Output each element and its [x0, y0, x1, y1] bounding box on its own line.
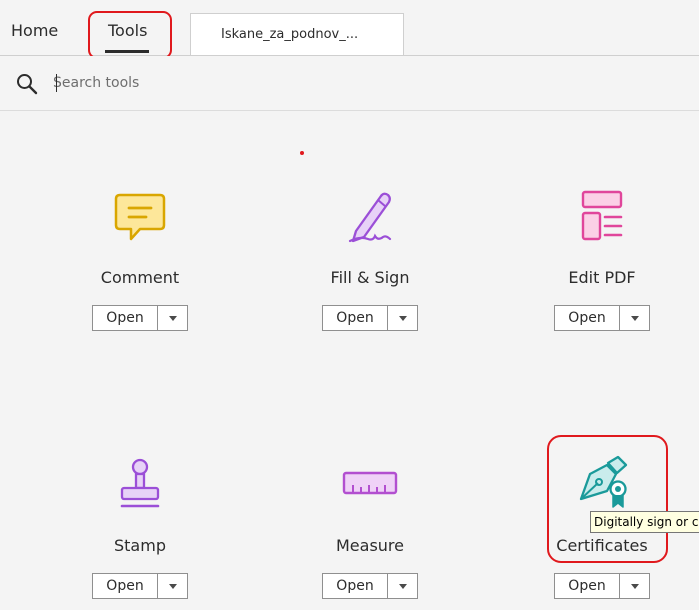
comment-icon — [114, 193, 166, 241]
tool-name-fill-sign: Fill & Sign — [330, 268, 410, 287]
chevron-down-icon — [398, 315, 407, 321]
tool-name-measure: Measure — [336, 536, 404, 555]
open-button-comment[interactable]: Open — [92, 305, 188, 331]
tool-name-stamp: Stamp — [114, 536, 166, 555]
tool-card-stamp[interactable]: Stamp Open — [50, 455, 230, 605]
search-bar — [0, 56, 699, 111]
open-label[interactable]: Open — [93, 306, 158, 330]
dropdown-arrow-button[interactable] — [158, 306, 187, 330]
open-label[interactable]: Open — [555, 306, 620, 330]
open-button-measure[interactable]: Open — [322, 573, 418, 599]
search-input[interactable] — [53, 72, 353, 94]
tool-name-comment: Comment — [100, 268, 180, 287]
active-tab-indicator — [105, 50, 149, 53]
search-icon[interactable] — [16, 73, 38, 95]
tool-name-edit-pdf: Edit PDF — [568, 268, 636, 287]
stamp-icon — [120, 458, 160, 508]
tool-card-edit-pdf[interactable]: Edit PDF Open — [512, 187, 692, 337]
certificates-tooltip: Digitally sign or certify — [590, 511, 699, 533]
chevron-down-icon — [168, 583, 177, 589]
open-button-fill-sign[interactable]: Open — [322, 305, 418, 331]
dropdown-arrow-button[interactable] — [388, 306, 417, 330]
fill-sign-icon — [348, 192, 392, 243]
dropdown-arrow-button[interactable] — [158, 574, 187, 598]
dropdown-arrow-button[interactable] — [620, 306, 649, 330]
tab-tools-label: Tools — [108, 21, 148, 40]
tab-document-label: Iskane_za_podnov_... — [221, 27, 359, 42]
chevron-down-icon — [630, 315, 639, 321]
chevron-down-icon — [630, 583, 639, 589]
open-label[interactable]: Open — [323, 574, 388, 598]
tool-card-comment[interactable]: Comment Open — [50, 187, 230, 337]
tab-document[interactable]: Iskane_za_podnov_... — [190, 13, 404, 56]
tool-card-measure[interactable]: Measure Open — [280, 455, 460, 605]
chevron-down-icon — [168, 315, 177, 321]
tab-home[interactable]: Home — [11, 21, 58, 45]
tab-tools[interactable]: Tools — [96, 12, 158, 56]
open-button-stamp[interactable]: Open — [92, 573, 188, 599]
chevron-down-icon — [398, 583, 407, 589]
tools-page: Home Tools Iskane_za_podnov_... Comment … — [0, 0, 699, 610]
annotation-dot — [300, 151, 304, 155]
open-label[interactable]: Open — [93, 574, 158, 598]
open-label[interactable]: Open — [555, 574, 620, 598]
tab-bar: Home Tools Iskane_za_podnov_... — [0, 0, 699, 56]
dropdown-arrow-button[interactable] — [388, 574, 417, 598]
measure-icon — [342, 471, 398, 495]
open-button-edit-pdf[interactable]: Open — [554, 305, 650, 331]
edit-pdf-icon — [581, 190, 623, 241]
dropdown-arrow-button[interactable] — [620, 574, 649, 598]
certificates-icon — [579, 455, 628, 508]
tool-name-certificates: Certificates — [556, 536, 648, 555]
text-caret — [56, 74, 57, 92]
open-button-certificates[interactable]: Open — [554, 573, 650, 599]
tool-card-fill-sign[interactable]: Fill & Sign Open — [280, 187, 460, 337]
open-label[interactable]: Open — [323, 306, 388, 330]
